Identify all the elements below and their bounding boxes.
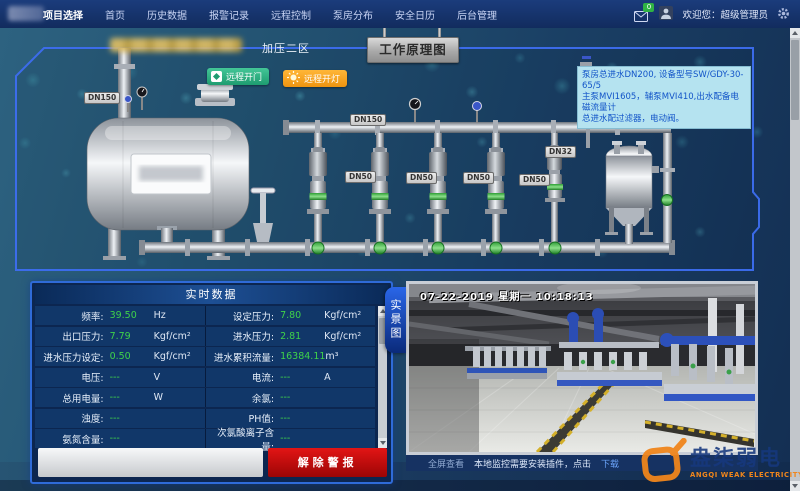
bulb-icon [287, 71, 300, 87]
nav-item-home[interactable]: 首页 [94, 7, 136, 22]
info-line: 总进水配过滤器，电动阀。 [582, 114, 746, 125]
param-value: --- [280, 413, 324, 424]
camera-timestamp: 07-22-2019 星期一 10:18:13 [420, 288, 594, 303]
scroll-down-icon[interactable] [790, 481, 800, 491]
equipment-info-box: 泵房总进水DN200, 设备型号SW/GDY-30-65/5 主泵MVI1605… [577, 66, 751, 129]
param-unit: m³ [325, 351, 375, 362]
remote-door-label: 远程开门 [226, 70, 262, 83]
param-value: 0.50 [110, 351, 154, 362]
param-value: --- [110, 413, 154, 424]
pipe-label: DN50 [519, 174, 550, 186]
table-row: 氨氮含量:--- 次氯酸离子含量:--- [35, 429, 375, 448]
nav-item-pump-distribution[interactable]: 泵房分布 [322, 7, 384, 22]
scrollbar-thumb[interactable] [791, 40, 799, 120]
nav-item-admin[interactable]: 后台管理 [446, 7, 508, 22]
param-value: --- [280, 392, 324, 403]
gear-icon[interactable] [777, 5, 790, 24]
pipe-label: DN150 [350, 114, 386, 126]
realtime-rows: 频率:39.50Hz 设定压力:7.80Kgf/cm² 出口压力:7.79Kgf… [35, 306, 375, 450]
param-label: 余氯: [206, 391, 281, 405]
redacted-project-name [110, 38, 242, 52]
param-label: 浊度: [35, 411, 110, 425]
remote-open-door-button[interactable]: 远程开门 [207, 68, 269, 85]
table-row: 频率:39.50Hz 设定压力:7.80Kgf/cm² [35, 306, 375, 325]
camera-scene-graphic [409, 284, 755, 452]
param-label: 氨氮含量: [35, 432, 110, 446]
alarm-bar: 解除警报 [38, 448, 387, 477]
live-view-tab[interactable]: 实景图 [385, 287, 406, 353]
param-label: 进水压力设定: [35, 350, 110, 364]
param-value: --- [110, 433, 154, 444]
param-label: 电流: [206, 370, 281, 384]
camera-feed [406, 281, 758, 455]
param-value: 2.81 [280, 331, 324, 342]
param-label: PH值: [206, 411, 281, 425]
pipe-label: DN50 [406, 172, 437, 184]
remote-light-button[interactable]: 远程开灯 [283, 70, 347, 87]
param-unit: Hz [154, 310, 205, 321]
nav-menu: 项目选择 首页 历史数据 报警记录 远程控制 泵房分布 安全日历 后台管理 [32, 0, 508, 28]
alarm-text-display [38, 448, 263, 477]
param-value: 39.50 [110, 310, 154, 321]
fullscreen-view-link[interactable]: 全屏查看 [428, 457, 464, 470]
param-value: --- [280, 372, 324, 383]
pipe-label: DN150 [84, 92, 120, 104]
param-value: --- [280, 433, 324, 444]
table-row: 总用电量:---W 余氯:--- [35, 388, 375, 407]
plugin-note: 本地监控需要安装插件，点击 [474, 457, 591, 470]
messages-button[interactable]: 0 [634, 7, 650, 21]
table-row: 出口压力:7.79Kgf/cm² 进水压力:2.81Kgf/cm² [35, 327, 375, 346]
nav-item-project-select[interactable]: 项目选择 [32, 7, 94, 22]
param-unit: Kgf/cm² [324, 331, 375, 342]
param-label: 进水压力: [206, 329, 281, 343]
table-row: 进水压力设定:0.50Kgf/cm² 进水累积流量:16384.11m³ [35, 347, 375, 366]
param-label: 总用电量: [35, 391, 110, 405]
param-value: 7.80 [280, 310, 324, 321]
realtime-title: 实时数据 [35, 285, 388, 304]
nav-item-safety-calendar[interactable]: 安全日历 [384, 7, 446, 22]
dismiss-alarm-button[interactable]: 解除警报 [268, 448, 387, 477]
pipe-label: DN50 [463, 172, 494, 184]
zone-title: 加压二区 [262, 40, 310, 56]
nav-item-history[interactable]: 历史数据 [136, 7, 198, 22]
welcome-text: 欢迎您：超级管理员 [682, 7, 768, 21]
param-value: --- [110, 392, 154, 403]
top-nav-bar: 项目选择 首页 历史数据 报警记录 远程控制 泵房分布 安全日历 后台管理 0 … [0, 0, 800, 28]
scroll-up-icon[interactable] [790, 28, 800, 38]
param-label: 出口压力: [35, 329, 110, 343]
nav-item-remote-control[interactable]: 远程控制 [260, 7, 322, 22]
param-label: 电压: [35, 370, 110, 384]
nav-item-alarm-records[interactable]: 报警记录 [198, 7, 260, 22]
param-unit: V [154, 372, 205, 383]
param-value: 7.79 [110, 331, 154, 342]
download-link[interactable]: 下载 [601, 457, 619, 470]
scroll-down-icon[interactable] [378, 438, 387, 448]
param-unit: Kgf/cm² [324, 310, 375, 321]
principle-diagram-sign: 工作原理图 [367, 37, 459, 63]
param-label: 设定压力: [206, 309, 281, 323]
pipe-label: DN50 [345, 171, 376, 183]
param-value: --- [110, 372, 154, 383]
param-value: 16384.11 [280, 351, 325, 362]
table-row: 电压:---V 电流:---A [35, 368, 375, 387]
page-scrollbar[interactable] [790, 28, 800, 491]
pipe-label: DN32 [545, 146, 576, 158]
param-label: 进水累积流量: [206, 350, 281, 364]
param-unit: A [324, 372, 375, 383]
info-line: 主泵MVI1605，辅泵MVI410,出水配备电磁流量计 [582, 92, 746, 114]
door-icon [211, 71, 222, 82]
realtime-data-panel: 实时数据 频率:39.50Hz 设定压力:7.80Kgf/cm² 出口压力:7.… [30, 281, 393, 484]
param-unit: Kgf/cm² [154, 351, 205, 362]
param-unit: Kgf/cm² [154, 331, 205, 342]
avatar[interactable] [659, 5, 673, 24]
camera-bottom-bar: 全屏查看 本地监控需要安装插件，点击 下载 [406, 455, 758, 471]
param-unit: W [154, 392, 205, 403]
remote-light-label: 远程开灯 [304, 72, 340, 85]
info-line: 泵房总进水DN200, 设备型号SW/GDY-30-65/5 [582, 70, 746, 92]
param-label: 频率: [35, 309, 110, 323]
message-count-badge: 0 [643, 3, 654, 12]
